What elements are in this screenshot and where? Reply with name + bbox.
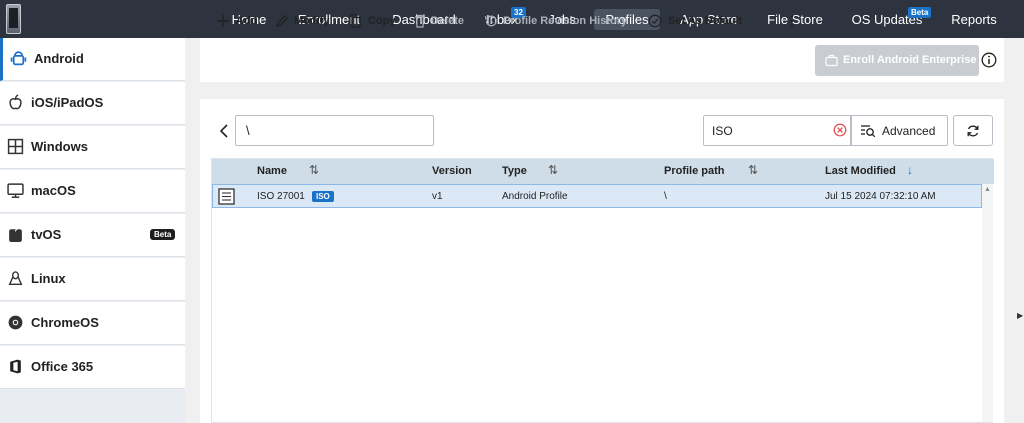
cell-version: v1 (432, 191, 443, 202)
more-options-button[interactable] (786, 14, 798, 30)
pencil-icon (276, 14, 289, 27)
modify-button[interactable]: Modify (275, 14, 335, 30)
history-icon (484, 15, 497, 27)
tv-icon (9, 228, 22, 242)
sidebar-item-label: Linux (31, 271, 66, 286)
set-as-default-button[interactable]: Set As Default (648, 14, 748, 30)
scroll-up-icon[interactable]: ▲ (984, 186, 991, 193)
sidebar-item-label: Windows (31, 139, 88, 154)
column-header-type[interactable]: Type (502, 165, 527, 177)
more-vertical-icon (790, 15, 794, 27)
profile-path-input[interactable] (235, 115, 434, 146)
column-header-profile-path[interactable]: Profile path (664, 165, 725, 177)
sidebar-item-label: macOS (31, 183, 76, 198)
expand-right-icon[interactable]: ▶ (1017, 311, 1023, 320)
delete-button[interactable]: Delete (413, 14, 469, 30)
nav-reports[interactable]: Reports (944, 9, 1004, 30)
profile-document-icon (218, 188, 235, 205)
linux-icon (8, 271, 23, 286)
plus-icon (217, 15, 229, 27)
info-icon[interactable] (981, 52, 997, 68)
search-input[interactable] (703, 115, 851, 146)
sidebar-item-label: ChromeOS (31, 315, 99, 330)
sidebar-item-chromeos[interactable]: ChromeOS (0, 302, 185, 345)
monitor-icon (7, 183, 24, 198)
clear-search-icon[interactable] (833, 123, 847, 137)
app-logo-icon[interactable] (6, 4, 21, 34)
cell-type: Android Profile (502, 191, 568, 202)
sidebar-item-label: Office 365 (31, 359, 94, 374)
add-button[interactable]: Add (216, 14, 260, 30)
windows-icon (7, 138, 24, 155)
profile-revision-history-button[interactable]: Profile Revision History (484, 14, 634, 30)
delete-label: Delete (431, 15, 465, 27)
enroll-android-enterprise-label: Enroll Android Enterprise (843, 54, 977, 66)
android-icon (10, 51, 27, 66)
briefcase-icon (825, 54, 838, 67)
profiles-table: Name ⇅ Version Type ⇅ Profile path ⇅ Las… (211, 158, 994, 423)
cell-name: ISO 27001 (257, 191, 305, 202)
apple-icon (9, 94, 22, 110)
copy-label: Copy (368, 15, 396, 27)
profile-revision-history-label: Profile Revision History (503, 15, 628, 27)
cell-profile-path: \ (664, 191, 667, 202)
add-label: Add (236, 15, 258, 27)
column-header-name[interactable]: Name (257, 165, 287, 177)
sidebar-item-android[interactable]: Android (0, 38, 185, 81)
trash-icon (415, 14, 425, 28)
table-header: Name ⇅ Version Type ⇅ Profile path ⇅ Las… (212, 159, 994, 184)
sort-icon[interactable]: ⇅ (548, 163, 558, 177)
sort-descending-icon[interactable]: ↓ (907, 163, 913, 177)
sidebar-item-windows[interactable]: Windows (0, 126, 185, 169)
sidebar-item-tvos[interactable]: tvOS Beta (0, 214, 185, 257)
advanced-search-button[interactable]: Advanced (851, 115, 948, 146)
chrome-icon (8, 315, 23, 330)
modify-label: Modify (294, 15, 330, 27)
advanced-filter-icon (861, 125, 876, 138)
copy-button[interactable]: Copy (348, 14, 398, 30)
beta-badge: Beta (150, 229, 176, 240)
enroll-android-enterprise-button[interactable]: Enroll Android Enterprise (815, 45, 979, 76)
sidebar-item-ios[interactable]: iOS/iPadOS (0, 82, 185, 125)
advanced-label: Advanced (882, 124, 936, 138)
office-icon (10, 359, 21, 374)
beta-badge: Beta (908, 7, 932, 18)
sort-icon[interactable]: ⇅ (309, 163, 319, 177)
table-row[interactable]: ISO 27001 ISO v1 Android Profile \ Jul 1… (212, 184, 982, 208)
sidebar-item-label: iOS/iPadOS (31, 95, 104, 110)
column-header-last-modified[interactable]: Last Modified (825, 165, 896, 177)
table-scrollbar[interactable]: ▲ (982, 184, 993, 422)
sidebar-item-label: tvOS (31, 227, 62, 242)
platform-sidebar: Android iOS/iPadOS Windows macOS tvOS Be… (0, 38, 185, 423)
sidebar-item-label: Android (34, 51, 84, 66)
sidebar-item-linux[interactable]: Linux (0, 258, 185, 301)
set-as-default-label: Set As Default (668, 15, 743, 27)
sort-icon[interactable]: ⇅ (748, 163, 758, 177)
check-circle-icon (648, 14, 662, 28)
column-header-version[interactable]: Version (432, 165, 472, 177)
back-chevron-icon[interactable] (217, 123, 231, 139)
sidebar-item-office-365[interactable]: Office 365 (0, 346, 185, 389)
tag-badge: ISO (312, 191, 334, 202)
cell-last-modified: Jul 15 2024 07:32:10 AM (825, 191, 936, 202)
refresh-button[interactable] (953, 115, 993, 146)
sidebar-item-macos[interactable]: macOS (0, 170, 185, 213)
copy-icon (349, 14, 361, 28)
refresh-icon (967, 125, 979, 137)
